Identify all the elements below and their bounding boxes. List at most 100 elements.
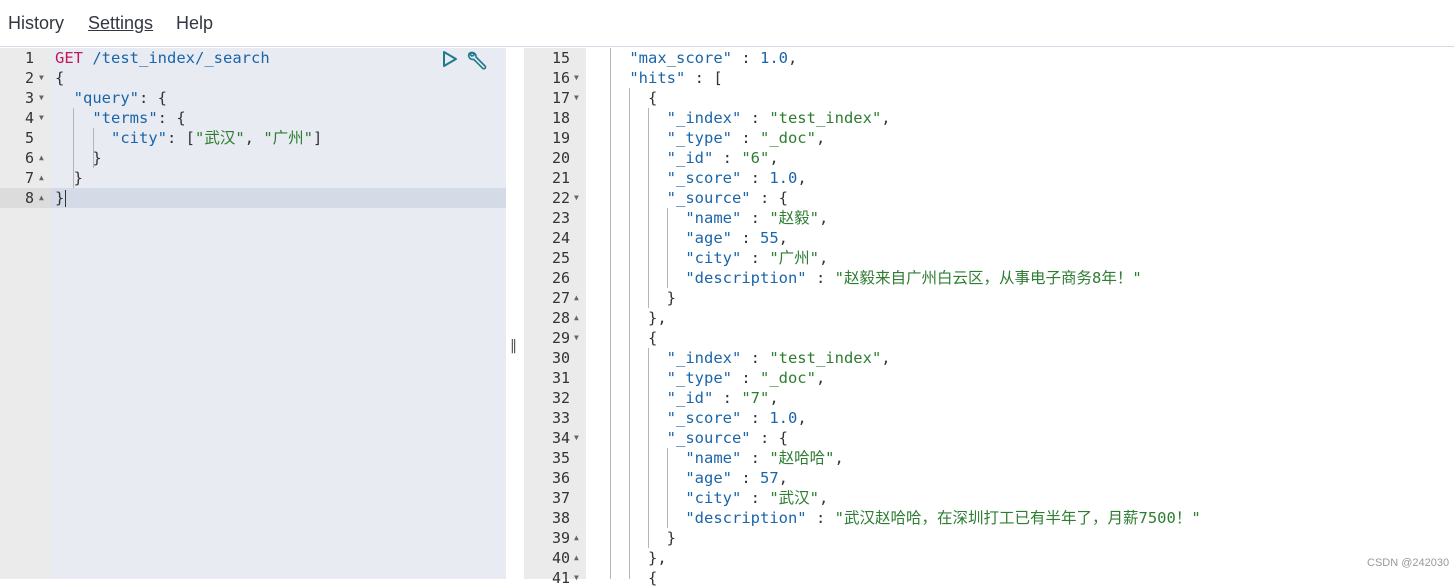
code-line[interactable]: "query": {: [55, 88, 167, 108]
code-line[interactable]: "_index" : "test_index",: [592, 108, 891, 128]
code-token: :: [741, 409, 770, 427]
code-token: :: [732, 229, 760, 247]
fold-caret-up-icon[interactable]: ▲: [574, 548, 579, 568]
code-line[interactable]: "_id" : "7",: [592, 388, 779, 408]
code-line[interactable]: {: [592, 328, 657, 348]
indent-guide: [610, 48, 611, 579]
code-line[interactable]: "description" : "武汉赵哈哈，在深圳打工已有半年了，月薪7500…: [592, 508, 1200, 528]
code-token: "_score": [666, 409, 742, 427]
code-token: :: [741, 169, 770, 187]
pane-resize-handle[interactable]: ‖: [510, 338, 517, 354]
code-line[interactable]: {: [592, 88, 657, 108]
code-token: :: [741, 109, 770, 127]
code-line[interactable]: "_source" : {: [592, 188, 788, 208]
fold-caret-down-icon[interactable]: ▼: [574, 188, 579, 208]
fold-caret-down-icon[interactable]: ▼: [574, 428, 579, 448]
menu-help[interactable]: Help: [176, 13, 213, 34]
code-line[interactable]: "name" : "赵毅",: [592, 208, 828, 228]
line-number: 30: [551, 349, 570, 367]
menu-settings[interactable]: Settings: [88, 13, 153, 34]
code-token: }: [55, 169, 83, 187]
code-line[interactable]: "age" : 55,: [592, 228, 788, 248]
code-line[interactable]: "_score" : 1.0,: [592, 168, 807, 188]
code-line[interactable]: }: [55, 148, 101, 168]
code-token: "7": [741, 389, 770, 407]
line-number: 17: [551, 89, 570, 107]
code-token: "age": [685, 229, 732, 247]
fold-caret-down-icon[interactable]: ▼: [39, 68, 44, 88]
code-token: }: [592, 289, 676, 307]
code-token: ,: [881, 109, 891, 127]
code-token: "description": [685, 509, 807, 527]
fold-caret-up-icon[interactable]: ▲: [574, 288, 579, 308]
code-line[interactable]: "_index" : "test_index",: [592, 348, 891, 368]
fold-caret-up-icon[interactable]: ▲: [39, 188, 44, 208]
code-token: "_type": [666, 369, 732, 387]
code-line[interactable]: "age" : 57,: [592, 468, 788, 488]
code-line[interactable]: {: [592, 568, 657, 588]
code-token: "赵毅来自广州白云区，从事电子商务8年！": [834, 269, 1142, 287]
fold-caret-down-icon[interactable]: ▼: [39, 88, 44, 108]
code-line[interactable]: GET /test_index/_search: [55, 48, 270, 68]
indent-guide: [93, 128, 94, 168]
fold-caret-down-icon[interactable]: ▼: [39, 108, 44, 128]
code-token: : [: [685, 69, 723, 87]
code-token: : {: [750, 429, 788, 447]
menu-history[interactable]: History: [8, 13, 64, 34]
fold-caret-up-icon[interactable]: ▲: [39, 148, 44, 168]
code-token: ]: [313, 129, 323, 147]
code-token: ,: [244, 129, 264, 147]
fold-caret-down-icon[interactable]: ▼: [574, 88, 579, 108]
code-token: :: [731, 369, 760, 387]
code-token: ,: [819, 209, 829, 227]
code-line[interactable]: "city" : "广州",: [592, 248, 828, 268]
code-token: 1.0: [769, 409, 798, 427]
code-line[interactable]: "description" : "赵毅来自广州白云区，从事电子商务8年！": [592, 268, 1142, 288]
play-icon[interactable]: [442, 50, 458, 72]
code-token: :: [713, 389, 742, 407]
code-line[interactable]: "terms": {: [55, 108, 185, 128]
line-number: 31: [551, 369, 570, 387]
fold-caret-up-icon[interactable]: ▲: [574, 308, 579, 328]
code-token: ,: [815, 129, 826, 147]
fold-caret-up-icon[interactable]: ▲: [39, 168, 44, 188]
code-token: 55: [760, 229, 779, 247]
code-line[interactable]: }: [592, 528, 676, 548]
code-line[interactable]: "_type" : "_doc",: [592, 368, 826, 388]
code-token: "_id": [666, 389, 714, 407]
code-line[interactable]: "_score" : 1.0,: [592, 408, 807, 428]
code-token: "_source": [666, 189, 751, 207]
fold-caret-up-icon[interactable]: ▲: [574, 528, 579, 548]
line-number: 5: [24, 129, 34, 147]
wrench-icon[interactable]: [466, 50, 488, 74]
code-line[interactable]: "_type" : "_doc",: [592, 128, 826, 148]
code-line[interactable]: "_source" : {: [592, 428, 788, 448]
fold-caret-down-icon[interactable]: ▼: [574, 568, 579, 588]
code-token: "赵哈哈": [769, 449, 835, 467]
code-line[interactable]: {: [55, 68, 64, 88]
code-line[interactable]: "city": ["武汉", "广州"]: [55, 128, 322, 148]
code-token: ,: [797, 169, 807, 187]
code-token: "test_index": [769, 349, 882, 367]
code-token: {: [592, 569, 658, 587]
indent-guide: [667, 208, 668, 288]
line-number: 26: [551, 269, 570, 287]
code-line[interactable]: "max_score" : 1.0,: [592, 48, 797, 68]
fold-caret-down-icon[interactable]: ▼: [574, 68, 579, 88]
code-line[interactable]: }: [55, 168, 83, 188]
code-line[interactable]: "city" : "武汉",: [592, 488, 828, 508]
code-token: ,: [819, 249, 829, 267]
code-line[interactable]: "_id" : "6",: [592, 148, 779, 168]
code-line[interactable]: }: [55, 188, 64, 208]
code-line[interactable]: }: [592, 288, 676, 308]
line-number: 33: [551, 409, 570, 427]
fold-caret-down-icon[interactable]: ▼: [574, 328, 579, 348]
code-line[interactable]: "hits" : [: [592, 68, 723, 88]
code-token: {: [55, 69, 65, 87]
